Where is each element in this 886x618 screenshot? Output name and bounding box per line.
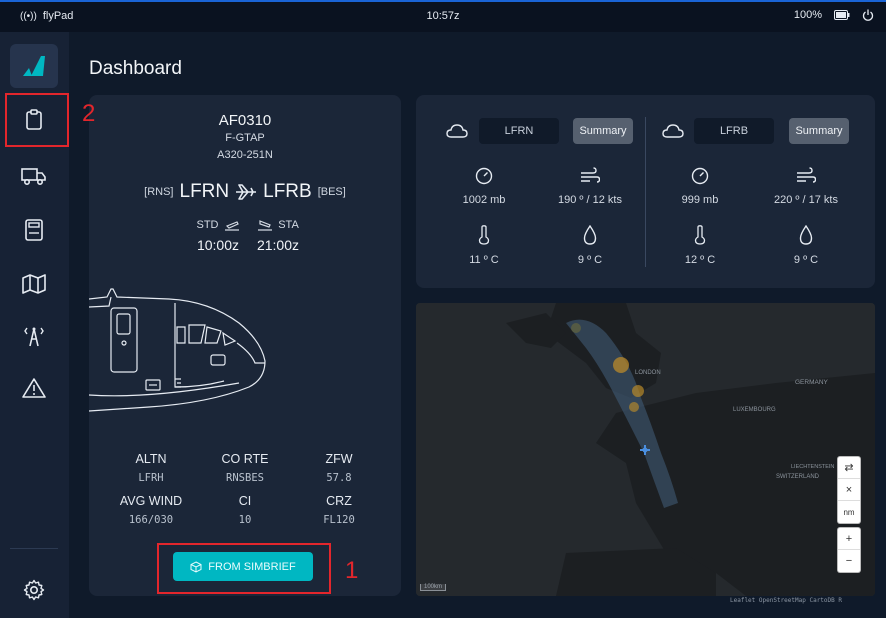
sidebar-item-settings[interactable] — [10, 568, 58, 612]
dest-wind: 220 º / 17 kts — [758, 167, 854, 206]
sidebar-item-failures[interactable] — [10, 366, 58, 410]
sidebar-item-navigation[interactable] — [10, 262, 58, 306]
info-crz: CRZ FL120 — [323, 494, 355, 526]
battery-level: 100% — [793, 9, 822, 21]
origin-pressure: 1002 mb — [436, 167, 532, 206]
status-bar: ((•)) flyPad 10:57z 100% — [0, 0, 886, 32]
route-row: [RNS] LFRN LFRB [BES] — [89, 181, 401, 203]
sidebar-item-performance[interactable] — [10, 208, 58, 252]
annotation-box-2 — [5, 93, 69, 147]
map-zoom-controls: + − — [838, 528, 860, 572]
flight-callsign: AF0310 — [218, 112, 272, 129]
map-swap-button[interactable]: ⇄ — [838, 457, 860, 479]
dest-iata: [BES] — [317, 186, 346, 198]
airplane-icon — [236, 184, 257, 200]
wind-icon — [797, 167, 817, 183]
map-attribution: Leaflet OpenStreetMap CartoDB R — [730, 597, 842, 604]
weather-origin-icao[interactable]: LFRN — [479, 118, 559, 144]
zoom-out-button[interactable]: − — [838, 550, 860, 572]
thermometer-icon — [478, 225, 490, 245]
battery-icon — [834, 10, 850, 20]
status-right: 100% — [794, 9, 874, 21]
info-ci: CI 10 — [238, 494, 252, 526]
annotation-box-1 — [157, 543, 331, 594]
info-avg-wind: AVG WIND 166/030 — [119, 494, 183, 526]
cloud-icon — [662, 124, 684, 138]
sidebar-item-ground[interactable] — [10, 154, 58, 198]
radio-tower-icon — [24, 327, 44, 347]
std-label: STD — [196, 219, 219, 231]
calculator-icon — [25, 219, 43, 241]
map-scale: 100km — [420, 584, 447, 591]
gauge-icon — [475, 167, 493, 185]
flight-card: AF0310 F-GTAP A320-251N [RNS] LFRN LFRB … — [89, 95, 401, 596]
flybywire-logo-icon — [23, 56, 45, 76]
droplet-icon — [799, 224, 813, 245]
map-close-button[interactable]: × — [838, 479, 860, 501]
weather-origin-summary-button[interactable]: Summary — [573, 118, 633, 144]
map-label-liechtenstein: LIECHTENSTEIN — [791, 464, 835, 470]
annotation-number-1: 1 — [345, 557, 359, 584]
flight-registration: F-GTAP — [225, 132, 265, 144]
aircraft-type: A320-251N — [217, 149, 273, 161]
dest-temperature: 12 º C — [652, 225, 748, 266]
info-co-rte: CO RTE RNSBES — [221, 452, 269, 484]
origin-temperature: 11 º C — [436, 225, 532, 266]
weather-divider — [645, 117, 646, 267]
map-label-london: LONDON — [635, 370, 661, 376]
map-icon — [22, 274, 46, 294]
dest-icao: LFRB — [263, 181, 312, 202]
origin-iata: [RNS] — [144, 186, 174, 198]
zoom-in-button[interactable]: + — [838, 528, 860, 550]
dest-dewpoint: 9 º C — [758, 224, 854, 266]
map-units-button[interactable]: nm — [838, 501, 860, 523]
truck-icon — [21, 168, 46, 186]
droplet-icon — [583, 224, 597, 245]
sidebar-item-atc[interactable] — [10, 314, 58, 358]
origin-wind: 190 º / 12 kts — [542, 167, 638, 206]
weather-map[interactable]: LONDON GERMANY LUXEMBOURG SWITZERLAND LI… — [416, 303, 875, 596]
cloud-icon — [446, 124, 468, 138]
weather-card: LFRN Summary 1002 mb 190 º / 12 kts 11 º… — [416, 95, 875, 288]
thermometer-icon — [694, 225, 706, 245]
map-label-germany: GERMANY — [795, 379, 828, 386]
annotation-number-2: 2 — [82, 100, 96, 127]
info-zfw: ZFW 57.8 — [325, 452, 353, 484]
sta-label: STA — [278, 219, 299, 231]
weather-dest-icao[interactable]: LFRB — [694, 118, 774, 144]
map-label-luxembourg: LUXEMBOURG — [733, 407, 776, 413]
dest-pressure: 999 mb — [652, 167, 748, 206]
map-label-switzerland: SWITZERLAND — [776, 474, 820, 480]
clock: 10:57z — [426, 10, 460, 22]
page-title: Dashboard — [89, 58, 182, 79]
plane-arrival-icon — [258, 220, 273, 231]
wind-icon — [581, 167, 601, 183]
origin-icao: LFRN — [179, 181, 230, 202]
gauge-icon — [691, 167, 709, 185]
sta-time: 21:00z — [256, 237, 300, 253]
map-controls-top: ⇄ × nm — [838, 457, 860, 523]
gear-icon — [23, 579, 45, 601]
power-icon[interactable] — [862, 9, 874, 21]
weather-dest-summary-button[interactable]: Summary — [789, 118, 849, 144]
sta-block: STA 21:00z — [238, 219, 318, 253]
aircraft-illustration — [89, 288, 266, 412]
origin-dewpoint: 9 º C — [542, 224, 638, 266]
sidebar-divider — [10, 548, 58, 549]
map-background — [416, 303, 875, 596]
info-altn: ALTN LFRH — [135, 452, 167, 484]
warning-icon — [22, 378, 46, 398]
sidebar-item-logo[interactable] — [10, 44, 58, 88]
